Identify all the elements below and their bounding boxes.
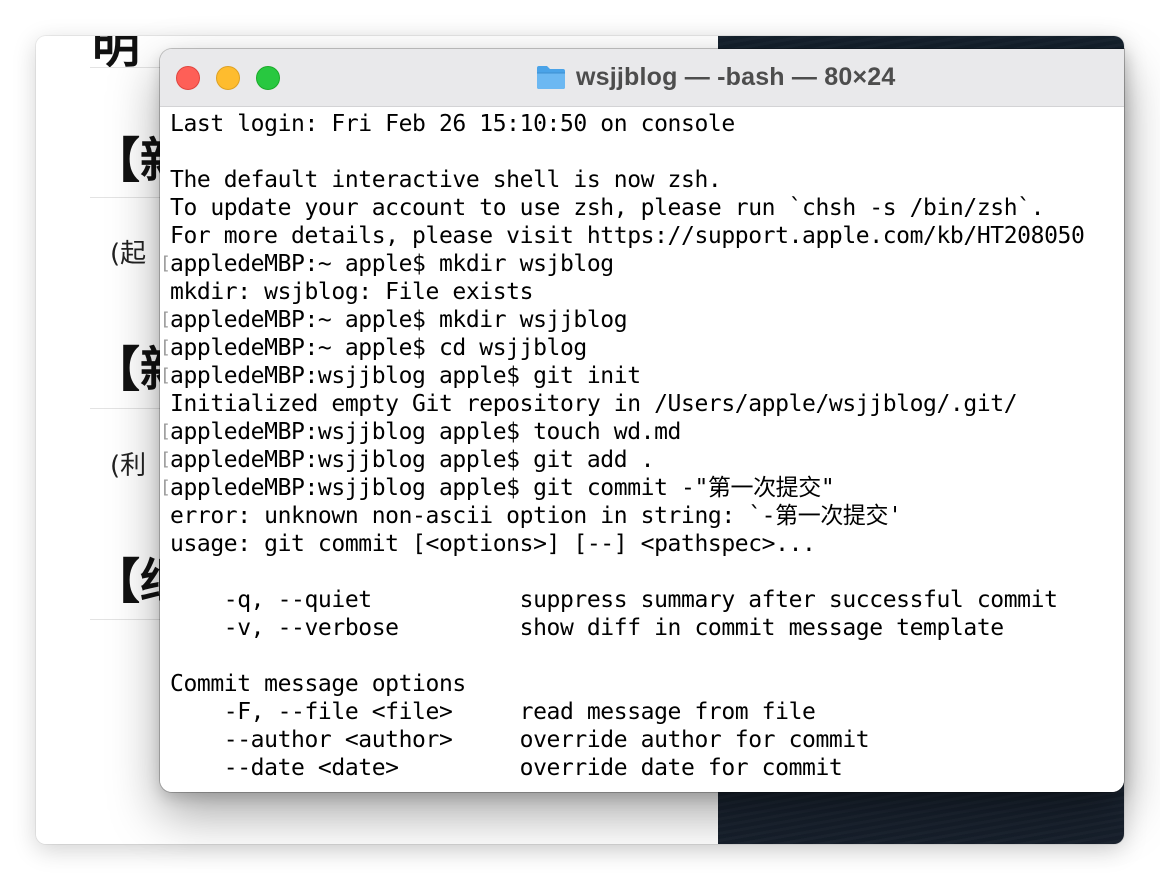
terminal-output-line: Initialized empty Git repository in /Use… (170, 391, 1018, 417)
prompt-marker: [ (160, 306, 168, 334)
terminal-output-line: The default interactive shell is now zsh… (170, 167, 722, 193)
terminal-output[interactable]: Last login: Fri Feb 26 15:10:50 on conso… (160, 108, 1124, 792)
terminal-output-line: To update your account to use zsh, pleas… (170, 195, 1045, 221)
terminal-output-line: mkdir: wsjblog: File exists (170, 279, 534, 305)
prompt-marker: [ (160, 362, 168, 390)
terminal-output-line: --author <author> override author for co… (170, 727, 870, 753)
prompt-marker: [ (160, 418, 168, 446)
terminal-output-line: Commit message options (170, 671, 466, 697)
folder-icon (537, 66, 565, 89)
window-title: wsjjblog — -bash — 80×24 (536, 62, 895, 92)
title-bar[interactable]: wsjjblog — -bash — 80×24 (160, 49, 1124, 107)
terminal-window[interactable]: wsjjblog — -bash — 80×24 Last login: Fri… (160, 49, 1124, 792)
zoom-button[interactable] (256, 66, 280, 90)
doc-paragraph-2: (利 (110, 451, 147, 481)
minimize-button[interactable] (216, 66, 240, 90)
prompt-marker: [ (160, 446, 168, 474)
terminal-command-line: appledeMBP:wsjjblog apple$ git commit -"… (170, 475, 835, 501)
terminal-command-line: appledeMBP:~ apple$ cd wsjjblog (170, 335, 587, 361)
terminal-command-line: appledeMBP:wsjjblog apple$ git add . (170, 447, 655, 473)
terminal-command-line: appledeMBP:wsjjblog apple$ touch wd.md (170, 419, 681, 445)
terminal-output-line: -F, --file <file> read message from file (170, 699, 816, 725)
doc-paragraph-1: (起 (110, 239, 147, 269)
terminal-output-line: -q, --quiet suppress summary after succe… (170, 587, 1058, 613)
terminal-output-line: error: unknown non-ascii option in strin… (170, 503, 902, 529)
terminal-command-line: appledeMBP:~ apple$ mkdir wsjjblog (170, 307, 628, 333)
prompt-marker: [ (160, 334, 168, 362)
prompt-marker: [ (160, 474, 168, 502)
doc-heading-1: 明 (92, 36, 141, 74)
terminal-command-line: appledeMBP:wsjjblog apple$ git init (170, 363, 641, 389)
terminal-output-line: -v, --verbose show diff in commit messag… (170, 615, 1004, 641)
terminal-output-line: For more details, please visit https://s… (170, 223, 1085, 249)
terminal-output-line: --date <date> override date for commit (170, 755, 843, 781)
terminal-output-line: usage: git commit [<options>] [--] <path… (170, 531, 816, 557)
terminal-output-line: Last login: Fri Feb 26 15:10:50 on conso… (170, 111, 735, 137)
window-title-text: wsjjblog — -bash — 80×24 (576, 62, 896, 91)
close-button[interactable] (176, 66, 200, 90)
terminal-command-line: appledeMBP:~ apple$ mkdir wsjblog (170, 251, 614, 277)
prompt-marker: [ (160, 250, 168, 278)
